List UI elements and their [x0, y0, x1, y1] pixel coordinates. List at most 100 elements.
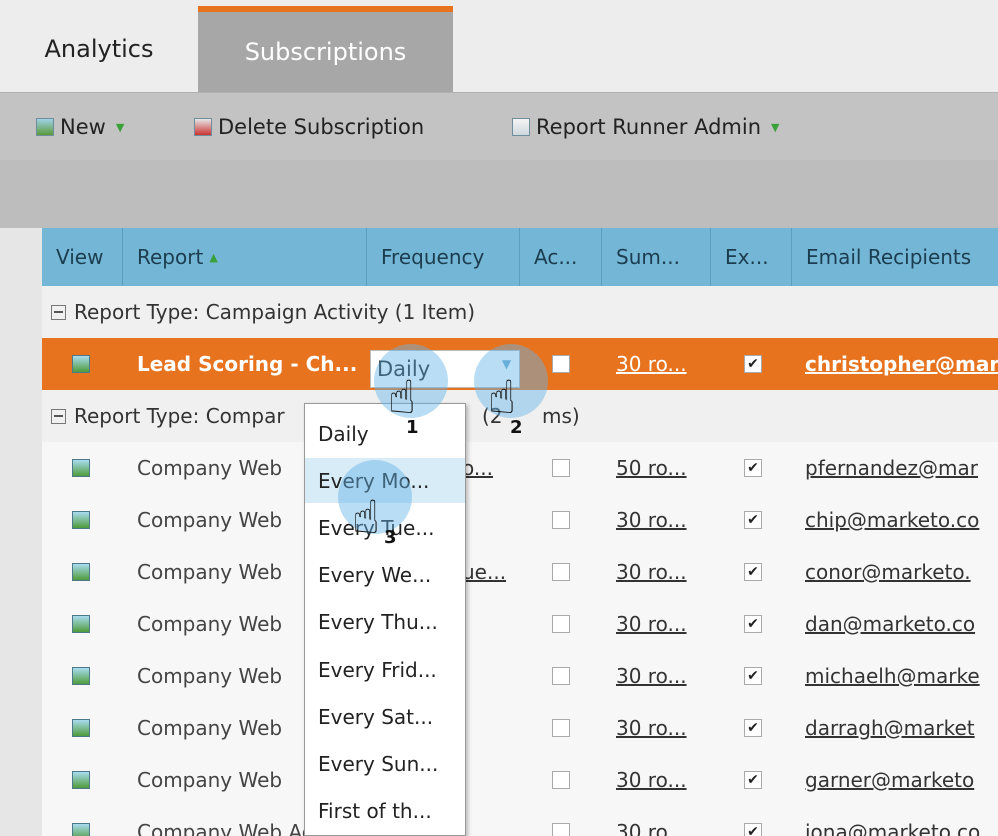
export-checkbox[interactable]: ✔	[744, 459, 762, 477]
table-row[interactable]: Company Web 30 ro... ✔ dan@marketo.co	[42, 598, 998, 651]
export-checkbox[interactable]: ✔	[744, 615, 762, 633]
active-cell[interactable]	[552, 806, 582, 836]
view-cell[interactable]	[72, 754, 112, 806]
dropdown-option[interactable]: Every Frid...	[305, 647, 465, 692]
report-view-icon[interactable]	[72, 615, 90, 633]
report-view-icon[interactable]	[72, 719, 90, 737]
summary-link[interactable]: 30 ro...	[616, 612, 687, 636]
dropdown-option[interactable]: First of th...	[305, 789, 465, 834]
collapse-icon[interactable]	[51, 408, 66, 424]
report-view-icon[interactable]	[72, 563, 90, 581]
table-row[interactable]: Company Web 30 ro... ✔ darragh@market	[42, 702, 998, 755]
dropdown-option[interactable]: Every Thu...	[305, 600, 465, 645]
email-cell[interactable]: jona@marketo.co	[805, 806, 998, 836]
active-checkbox[interactable]	[552, 719, 570, 737]
export-cell[interactable]: ✔	[744, 754, 774, 806]
dropdown-option[interactable]: Every We...	[305, 553, 465, 598]
col-frequency[interactable]: Frequency	[367, 228, 520, 286]
active-cell[interactable]	[552, 754, 582, 806]
collapse-icon[interactable]	[51, 304, 66, 320]
table-row[interactable]: Company Web 30 ro... ✔ garner@marketo	[42, 754, 998, 807]
view-cell[interactable]	[72, 442, 112, 494]
export-checkbox[interactable]: ✔	[744, 667, 762, 685]
group-header[interactable]: Report Type: Campaign Activity (1 Item)	[42, 286, 998, 339]
email-link[interactable]: chip@marketo.co	[805, 508, 979, 532]
email-link[interactable]: michaelh@marke	[805, 664, 980, 688]
active-cell[interactable]	[552, 338, 582, 390]
summary-link[interactable]: 30 ro...	[616, 768, 687, 792]
email-cell[interactable]: conor@marketo.	[805, 546, 998, 598]
active-checkbox[interactable]	[552, 823, 570, 836]
summary-cell[interactable]: 30 ro...	[616, 806, 711, 836]
table-row[interactable]: Company Web 30 ro... ✔ michaelh@marke	[42, 650, 998, 703]
view-cell[interactable]	[72, 806, 112, 836]
summary-link[interactable]: 30 ro...	[616, 820, 687, 836]
active-cell[interactable]	[552, 650, 582, 702]
email-link[interactable]: jona@marketo.co	[805, 820, 980, 836]
summary-cell[interactable]: 30 ro...	[616, 494, 711, 546]
dropdown-option[interactable]: Daily	[305, 411, 465, 456]
summary-link[interactable]: 30 ro...	[616, 352, 687, 376]
dropdown-option[interactable]: Every Sat...	[305, 694, 465, 739]
export-checkbox[interactable]: ✔	[744, 823, 762, 836]
email-cell[interactable]: chip@marketo.co	[805, 494, 998, 546]
col-export[interactable]: Ex...	[711, 228, 792, 286]
active-checkbox[interactable]	[552, 459, 570, 477]
view-cell[interactable]	[72, 494, 112, 546]
report-view-icon[interactable]	[72, 771, 90, 789]
email-link[interactable]: pfernandez@mar	[805, 456, 978, 480]
active-checkbox[interactable]	[552, 667, 570, 685]
report-view-icon[interactable]	[72, 511, 90, 529]
report-view-icon[interactable]	[72, 355, 90, 373]
summary-cell[interactable]: 30 ro...	[616, 338, 711, 390]
active-cell[interactable]	[552, 598, 582, 650]
export-cell[interactable]: ✔	[744, 598, 774, 650]
summary-cell[interactable]: 30 ro...	[616, 702, 711, 754]
report-runner-admin-button[interactable]: Report Runner Admin ▼	[512, 93, 780, 161]
summary-link[interactable]: 30 ro...	[616, 716, 687, 740]
summary-cell[interactable]: 50 ro...	[616, 442, 711, 494]
tab-subscriptions[interactable]: Subscriptions	[198, 6, 453, 92]
export-cell[interactable]: ✔	[744, 546, 774, 598]
summary-link[interactable]: 30 ro...	[616, 508, 687, 532]
summary-link[interactable]: 50 ro...	[616, 456, 687, 480]
table-row[interactable]: Company Web ue... 30 ro... ✔ conor@marketo.	[42, 546, 998, 599]
table-row[interactable]: Company Web Ac...Daily30 ro...✔jona@mark…	[42, 806, 998, 836]
table-row[interactable]: Company Web o... 50 ro... ✔ pfernandez@mar	[42, 442, 998, 495]
col-active[interactable]: Ac...	[520, 228, 602, 286]
export-checkbox[interactable]: ✔	[744, 355, 762, 373]
dropdown-arrow-icon[interactable]: ▼	[116, 121, 124, 134]
active-cell[interactable]	[552, 494, 582, 546]
view-cell[interactable]	[72, 650, 112, 702]
export-cell[interactable]: ✔	[744, 494, 774, 546]
active-checkbox[interactable]	[552, 615, 570, 633]
email-link[interactable]: darragh@market	[805, 716, 975, 740]
summary-cell[interactable]: 30 ro...	[616, 598, 711, 650]
report-view-icon[interactable]	[72, 823, 90, 836]
active-checkbox[interactable]	[552, 563, 570, 581]
active-cell[interactable]	[552, 702, 582, 754]
active-checkbox[interactable]	[552, 511, 570, 529]
view-cell[interactable]	[72, 702, 112, 754]
email-cell[interactable]: christopher@mar	[805, 338, 998, 390]
table-row[interactable]: Company Web 30 ro... ✔ chip@marketo.co	[42, 494, 998, 547]
col-view[interactable]: View	[42, 228, 123, 286]
summary-link[interactable]: 30 ro...	[616, 664, 687, 688]
email-link[interactable]: garner@marketo	[805, 768, 974, 792]
active-cell[interactable]	[552, 442, 582, 494]
email-link[interactable]: conor@marketo.	[805, 560, 971, 584]
summary-cell[interactable]: 30 ro...	[616, 650, 711, 702]
report-view-icon[interactable]	[72, 667, 90, 685]
view-cell[interactable]	[72, 546, 112, 598]
email-cell[interactable]: dan@marketo.co	[805, 598, 998, 650]
col-summary[interactable]: Sum...	[602, 228, 711, 286]
email-cell[interactable]: pfernandez@mar	[805, 442, 998, 494]
export-checkbox[interactable]: ✔	[744, 771, 762, 789]
report-view-icon[interactable]	[72, 459, 90, 477]
email-cell[interactable]: darragh@market	[805, 702, 998, 754]
delete-subscription-button[interactable]: Delete Subscription	[194, 93, 424, 161]
export-cell[interactable]: ✔	[744, 442, 774, 494]
email-cell[interactable]: michaelh@marke	[805, 650, 998, 702]
email-cell[interactable]: garner@marketo	[805, 754, 998, 806]
dropdown-arrow-icon[interactable]: ▼	[771, 121, 779, 134]
